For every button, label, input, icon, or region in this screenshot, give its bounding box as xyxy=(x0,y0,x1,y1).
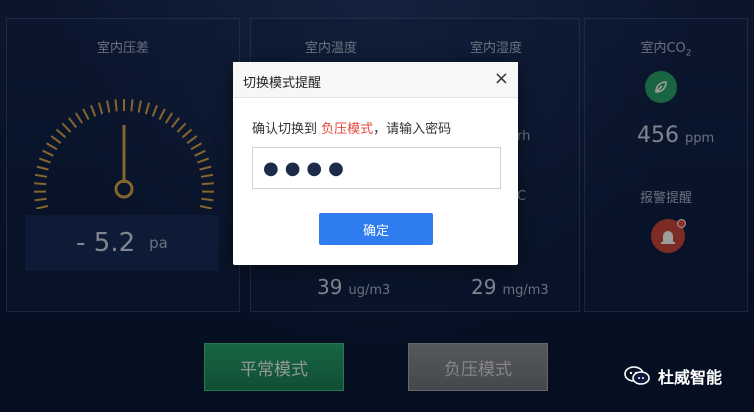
close-icon[interactable]: × xyxy=(494,68,509,89)
watermark: 杜威智能 xyxy=(624,364,722,388)
dialog-title: 切换模式提醒 xyxy=(243,76,322,91)
switch-mode-dialog: 切换模式提醒 × 确认切换到 负压模式，请输入密码 确定 xyxy=(233,62,518,265)
dialog-message: 确认切换到 负压模式，请输入密码 xyxy=(252,118,451,137)
dialog-header: 切换模式提醒 × xyxy=(233,62,518,98)
dialog-message-post: ，请输入密码 xyxy=(373,122,452,137)
dialog-target-mode: 负压模式 xyxy=(321,122,374,137)
watermark-text: 杜威智能 xyxy=(658,368,723,387)
dialog-message-pre: 确认切换到 xyxy=(252,122,322,137)
confirm-button[interactable]: 确定 xyxy=(319,213,433,245)
password-input[interactable] xyxy=(252,147,501,189)
wechat-icon xyxy=(624,366,650,386)
